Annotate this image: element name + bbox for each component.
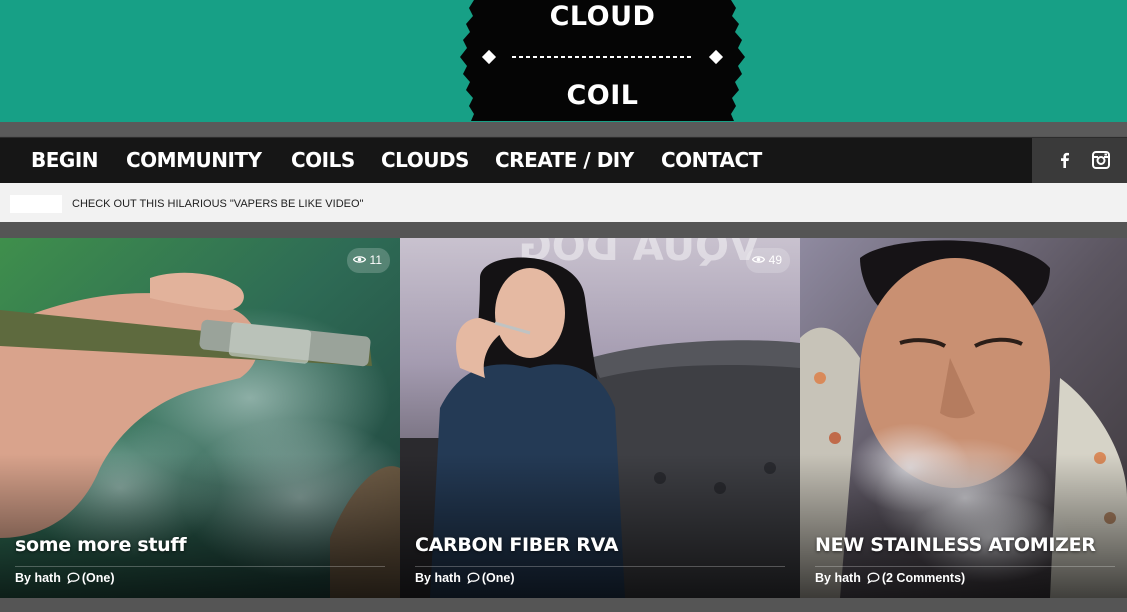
post-meta: By hath (2 Comments): [815, 571, 965, 585]
main-nav: BEGIN COMMUNITY COILS CLOUDS CREATE / DI…: [0, 137, 1127, 183]
post-author[interactable]: By hath: [815, 571, 861, 585]
nav-item-create-diy[interactable]: CREATE / DIY: [495, 138, 634, 183]
post-comment-count[interactable]: (2 Comments): [882, 571, 965, 585]
post-author[interactable]: By hath: [415, 571, 461, 585]
instagram-icon[interactable]: [1090, 149, 1112, 171]
view-count-badge: 49: [745, 248, 790, 273]
site-logo[interactable]: CLOUD COIL: [460, 0, 745, 121]
meta-divider: [415, 566, 785, 567]
nav-item-begin[interactable]: BEGIN: [31, 138, 99, 183]
nav-item-clouds[interactable]: CLOUDS: [381, 138, 469, 183]
post-title[interactable]: CARBON FIBER RVA: [415, 534, 618, 556]
bottom-strip: [0, 598, 1127, 612]
post-card[interactable]: VQUA DOG 49 CARBON FIBER RVA By hath (On…: [400, 238, 800, 598]
post-title[interactable]: NEW STAINLESS ATOMIZER: [815, 534, 1096, 556]
eye-icon: [352, 248, 366, 273]
view-count: 11: [369, 253, 382, 267]
social-links: [1032, 138, 1127, 183]
post-card[interactable]: 11 some more stuff By hath (One): [0, 238, 400, 598]
post-meta: By hath (One): [415, 571, 514, 585]
post-comment-count[interactable]: (One): [482, 571, 515, 585]
site-header: CLOUD COIL: [0, 0, 1127, 122]
post-author[interactable]: By hath: [15, 571, 61, 585]
meta-divider: [15, 566, 385, 567]
logo-text-top: CLOUD: [549, 1, 656, 32]
logo-text-bottom: COIL: [566, 80, 639, 111]
nav-item-coils[interactable]: COILS: [291, 138, 355, 183]
view-count-badge: 11: [346, 248, 390, 273]
post-comment-count[interactable]: (One): [82, 571, 115, 585]
comment-icon: [467, 572, 480, 584]
post-meta: By hath (One): [15, 571, 114, 585]
eye-icon: [751, 248, 765, 273]
comment-icon: [67, 572, 80, 584]
ticker-link[interactable]: CHECK OUT THIS HILARIOUS "VAPERS BE LIKE…: [72, 198, 363, 210]
nav-item-contact[interactable]: CONTACT: [661, 138, 762, 183]
comment-icon: [867, 572, 880, 584]
ticker-badge: [10, 195, 62, 213]
facebook-icon[interactable]: [1054, 149, 1076, 171]
news-ticker: CHECK OUT THIS HILARIOUS "VAPERS BE LIKE…: [0, 183, 1127, 222]
post-title[interactable]: some more stuff: [15, 534, 187, 556]
nav-item-community[interactable]: COMMUNITY: [126, 138, 262, 183]
view-count: 49: [768, 253, 782, 267]
post-card[interactable]: NEW STAINLESS ATOMIZER By hath (2 Commen…: [800, 238, 1127, 598]
header-divider: [0, 122, 1127, 136]
meta-divider: [815, 566, 1115, 567]
